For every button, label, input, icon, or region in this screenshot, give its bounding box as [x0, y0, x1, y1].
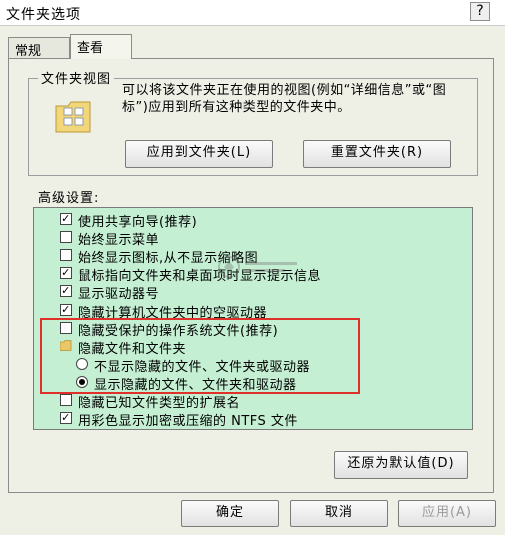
apply-button[interactable]: 应用(A)	[398, 500, 496, 527]
window-title: 文件夹选项	[6, 7, 81, 23]
help-button[interactable]: ?	[470, 2, 490, 21]
checkbox-checked-icon[interactable]: ✓	[60, 213, 72, 225]
reset-folders-button[interactable]: 重置文件夹(R)	[303, 140, 451, 168]
ok-button[interactable]: 确定	[181, 500, 279, 527]
checkbox-checked-icon[interactable]: ✓	[60, 267, 72, 280]
tab-view[interactable]: 查看	[70, 34, 132, 59]
checkbox-icon[interactable]	[60, 394, 72, 406]
folder-view-legend: 文件夹视图	[38, 68, 115, 87]
title-bar: 文件夹选项 ?	[0, 0, 505, 26]
watermark-logo-icon	[218, 256, 297, 278]
list-item-label: 始终显示菜单	[78, 233, 160, 249]
list-item-label: 用彩色显示加密或压缩的 NTFS 文件	[78, 414, 298, 430]
folder-view-description: 可以将该文件夹正在使用的视图(例如“详细信息”或“图标”)应用到所有这种类型的文…	[122, 83, 447, 115]
list-item-label: 使用共享向导(推荐)	[78, 215, 198, 230]
checkbox-icon[interactable]	[60, 249, 72, 262]
list-item-label: 显示驱动器号	[78, 287, 160, 303]
folder-view-icon	[55, 101, 91, 133]
checkbox-checked-icon[interactable]: ✓	[60, 285, 72, 298]
list-item-label: 在标题栏显示完整路径(仅限经典主题)	[78, 428, 305, 429]
checkbox-checked-icon[interactable]: ✓	[60, 412, 72, 425]
checkbox-icon[interactable]	[60, 231, 72, 244]
restore-defaults-button[interactable]: 还原为默认值(D)	[334, 451, 468, 479]
apply-to-folders-button[interactable]: 应用到文件夹(L)	[125, 140, 273, 168]
cancel-button[interactable]: 取消	[290, 500, 388, 527]
list-item-label: 隐藏已知文件类型的扩展名	[78, 396, 241, 411]
tab-general[interactable]: 常规	[8, 37, 70, 59]
advanced-settings-label: 高级设置:	[38, 191, 100, 206]
highlight-annotation-box	[40, 318, 360, 394]
checkbox-checked-icon[interactable]: ✓	[60, 303, 72, 316]
